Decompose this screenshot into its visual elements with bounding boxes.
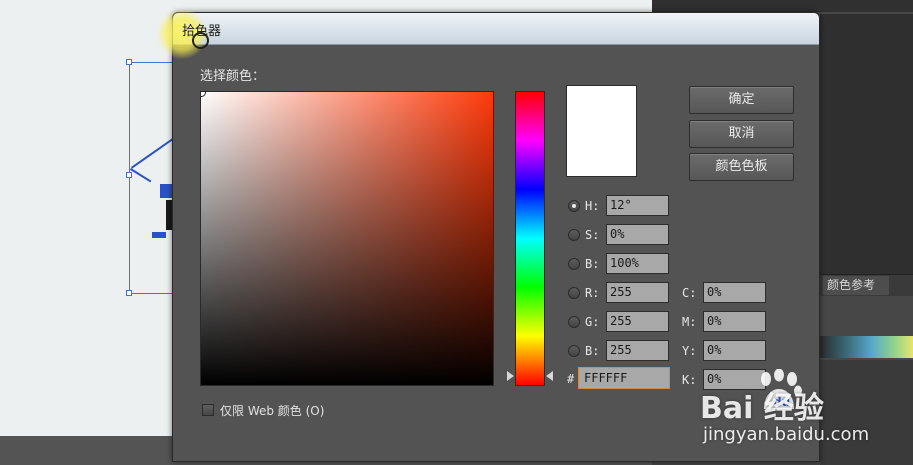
hue-label: H: bbox=[585, 199, 600, 213]
magenta-input[interactable]: 0% bbox=[703, 311, 766, 332]
brightness-label: B: bbox=[585, 257, 600, 271]
cyan-label: C: bbox=[682, 286, 697, 300]
radio-saturation[interactable] bbox=[568, 229, 580, 241]
color-swatches-button[interactable]: 颜色色板 bbox=[689, 153, 794, 181]
green-label: G: bbox=[585, 315, 600, 329]
black-key-label: K: bbox=[682, 373, 697, 387]
web-colors-only-label: 仅限 Web 颜色 (O) bbox=[220, 404, 325, 418]
saturation-input[interactable]: 0% bbox=[606, 224, 669, 245]
yellow-input[interactable]: 0% bbox=[703, 340, 766, 361]
web-colors-only-checkbox[interactable] bbox=[202, 404, 214, 416]
radio-hue[interactable] bbox=[568, 200, 580, 212]
hue-slider-right-arrow-icon[interactable] bbox=[546, 371, 553, 381]
artwork-stroke bbox=[152, 232, 166, 238]
color-preview-swatch bbox=[566, 85, 637, 177]
cyan-input[interactable]: 0% bbox=[703, 282, 766, 303]
watermark-brand: Bai 经验 bbox=[700, 391, 824, 426]
hue-slider-left-arrow-icon[interactable] bbox=[507, 371, 514, 381]
watermark-url: jingyan.baidu.com bbox=[703, 424, 870, 445]
radio-red[interactable] bbox=[568, 287, 580, 299]
selection-handle[interactable] bbox=[126, 59, 132, 65]
dialog-titlebar[interactable]: 拾色器 bbox=[157, 9, 819, 59]
artwork-stroke bbox=[160, 184, 172, 198]
dialog-title: 拾色器 bbox=[182, 24, 222, 39]
red-label: R: bbox=[585, 286, 600, 300]
hue-input[interactable]: 12° bbox=[606, 195, 669, 216]
select-color-label: 选择颜色： bbox=[200, 69, 266, 84]
hex-input[interactable]: FFFFFF bbox=[578, 367, 670, 389]
brightness-input[interactable]: 100% bbox=[606, 253, 669, 274]
saturation-brightness-field[interactable] bbox=[200, 91, 494, 386]
selection-handle[interactable] bbox=[126, 290, 132, 296]
radio-brightness[interactable] bbox=[568, 258, 580, 270]
right-panel-dark-region bbox=[820, 14, 913, 274]
cancel-button[interactable]: 取消 bbox=[689, 120, 794, 148]
field-black-gradient bbox=[201, 92, 493, 385]
radio-blue[interactable] bbox=[568, 345, 580, 357]
radio-green[interactable] bbox=[568, 316, 580, 328]
magenta-label: M: bbox=[682, 315, 697, 329]
saturation-label: S: bbox=[585, 228, 600, 242]
blue-label: B: bbox=[585, 344, 600, 358]
hue-slider[interactable] bbox=[515, 91, 545, 386]
ok-button[interactable]: 确定 bbox=[689, 86, 794, 114]
blue-input[interactable]: 255 bbox=[606, 340, 669, 361]
right-panel-header bbox=[652, 0, 913, 12]
selection-handle[interactable] bbox=[126, 172, 132, 178]
yellow-label: Y: bbox=[682, 344, 697, 358]
tab-color-guide[interactable]: 颜色参考 bbox=[823, 276, 889, 295]
green-input[interactable]: 255 bbox=[606, 311, 669, 332]
hex-label: # bbox=[567, 372, 575, 386]
color-guide-spectrum[interactable] bbox=[820, 336, 913, 358]
panel-content bbox=[820, 360, 913, 465]
red-input[interactable]: 255 bbox=[606, 282, 669, 303]
